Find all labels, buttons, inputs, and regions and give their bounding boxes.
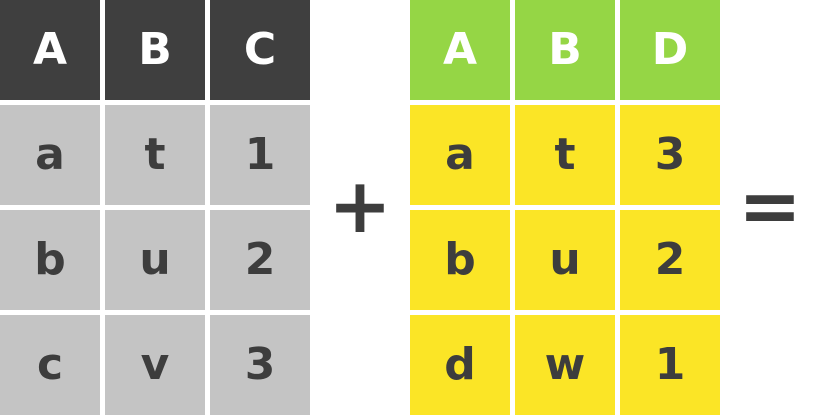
- right-table-cell: a: [410, 105, 510, 205]
- right-table-cell: w: [515, 315, 615, 415]
- left-table-cell: u: [105, 210, 205, 310]
- right-table-cell: b: [410, 210, 510, 310]
- left-table-cell: 1: [210, 105, 310, 205]
- left-header-cell: A: [0, 0, 100, 100]
- left-table-cell: t: [105, 105, 205, 205]
- right-header-cell: B: [515, 0, 615, 100]
- right-header-cell: A: [410, 0, 510, 100]
- left-table-cell: c: [0, 315, 100, 415]
- right-table-cell: 1: [620, 315, 720, 415]
- left-table: A B C a t 1 b u 2 c v 3: [0, 0, 310, 415]
- left-table-cell: 3: [210, 315, 310, 415]
- right-table-cell: t: [515, 105, 615, 205]
- plus-operator: +: [328, 160, 392, 250]
- left-table-cell: 2: [210, 210, 310, 310]
- left-table-cell: v: [105, 315, 205, 415]
- right-table-cell: u: [515, 210, 615, 310]
- right-table-cell: 3: [620, 105, 720, 205]
- left-table-cell: a: [0, 105, 100, 205]
- left-table-cell: b: [0, 210, 100, 310]
- right-table-cell: d: [410, 315, 510, 415]
- left-header-cell: B: [105, 0, 205, 100]
- left-header-cell: C: [210, 0, 310, 100]
- right-header-cell: D: [620, 0, 720, 100]
- equals-operator: =: [738, 160, 802, 250]
- right-table-cell: 2: [620, 210, 720, 310]
- right-table: A B D a t 3 b u 2 d w 1: [410, 0, 720, 415]
